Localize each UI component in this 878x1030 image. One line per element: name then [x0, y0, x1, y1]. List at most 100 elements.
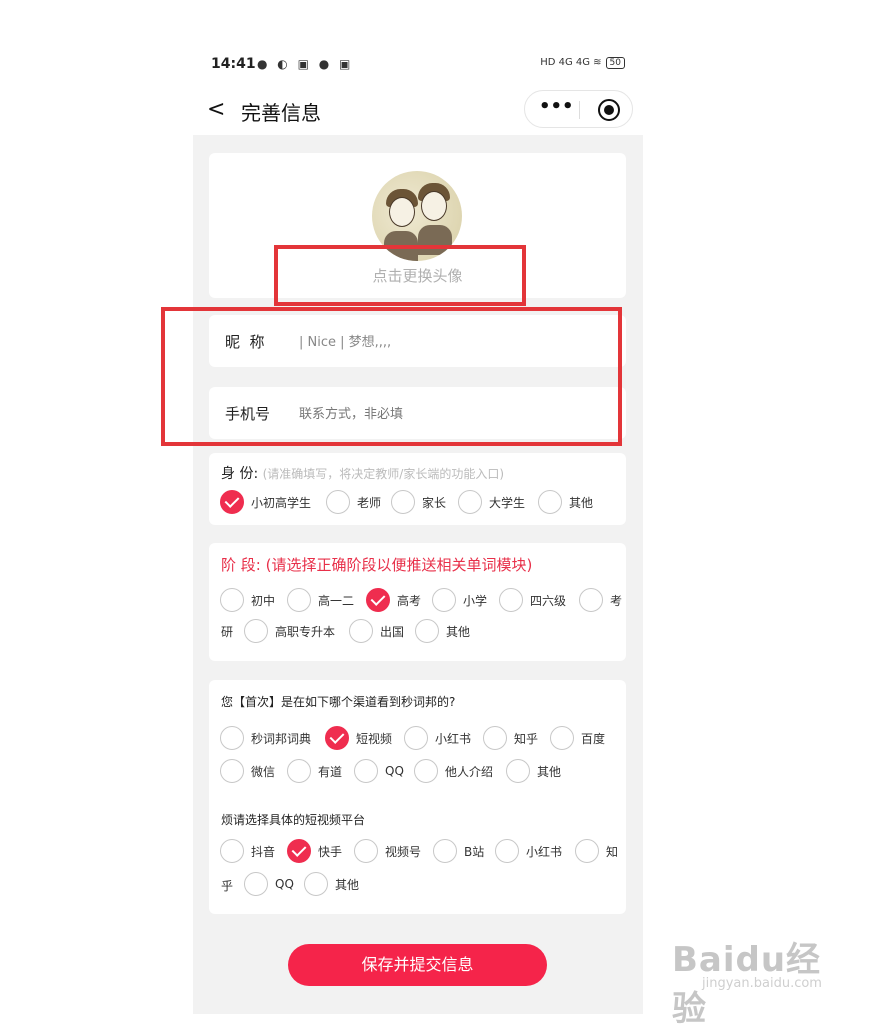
channel-option[interactable]: 有道 [287, 759, 342, 783]
identity-option[interactable]: 老师 [326, 490, 381, 514]
option-label: 家长 [422, 495, 447, 510]
stage-option[interactable]: 高考 [366, 588, 421, 612]
radio-icon [483, 726, 507, 750]
option-label: 小红书 [435, 731, 472, 746]
channel-option[interactable]: 小红书 [404, 726, 471, 750]
radio-icon [575, 839, 599, 863]
highlight-box-fields [161, 307, 622, 446]
radio-icon [506, 759, 530, 783]
option-label: 大学生 [489, 495, 526, 510]
identity-label: 身 份: [221, 466, 259, 482]
stage-card: 阶 段: (请选择正确阶段以便推送相关单词模块) 初中 高一二 高考 小学 四六… [209, 543, 626, 661]
platform-option[interactable]: 视频号 [354, 839, 421, 863]
radio-checked-icon [220, 490, 244, 514]
radio-icon [244, 619, 268, 643]
radio-icon [415, 619, 439, 643]
option-label: 其他 [537, 764, 562, 779]
identity-hint: (请准确填写，将决定教师/家长端的功能入口) [262, 467, 505, 481]
stage-option[interactable]: 四六级 [499, 588, 566, 612]
identity-title: 身 份: (请准确填写，将决定教师/家长端的功能入口) [221, 463, 504, 483]
channel-option[interactable]: 百度 [550, 726, 605, 750]
platform-option[interactable]: QQ [244, 872, 294, 896]
option-label: 有道 [318, 764, 343, 779]
radio-icon [354, 759, 378, 783]
radio-icon [244, 872, 268, 896]
option-label: 小学 [463, 593, 488, 608]
option-label: 视频号 [385, 844, 422, 859]
channel-option[interactable]: 微信 [220, 759, 275, 783]
more-icon[interactable]: ••• [539, 96, 574, 117]
notification-icons: ● ◐ ▣ ● ▣ [257, 57, 354, 71]
radio-icon [432, 588, 456, 612]
battery-icon: 50 [605, 57, 625, 69]
option-label: 考 [610, 593, 623, 608]
option-label: 其他 [335, 877, 360, 892]
option-label: 百度 [581, 731, 606, 746]
option-label: B站 [464, 844, 485, 859]
channel-option[interactable]: 短视频 [325, 726, 392, 750]
identity-option[interactable]: 小初高学生 [220, 490, 311, 514]
platform-option[interactable]: 抖音 [220, 839, 275, 863]
status-bar: 14:41 ● ◐ ▣ ● ▣ HD 4G 4G ≋ 50 [193, 45, 643, 85]
radio-icon [354, 839, 378, 863]
option-label: 短视频 [356, 731, 393, 746]
stage-option[interactable]: 高一二 [287, 588, 354, 612]
option-label: 高考 [397, 593, 422, 608]
channel-option[interactable]: 秒词邦词典 [220, 726, 311, 750]
option-label: 小初高学生 [251, 495, 312, 510]
stage-option[interactable]: 出国 [349, 619, 404, 643]
platform-option[interactable]: 知 [575, 839, 618, 863]
stage-title: 阶 段: (请选择正确阶段以便推送相关单词模块) [221, 556, 533, 574]
back-icon[interactable]: < [207, 97, 225, 122]
radio-icon [287, 588, 311, 612]
platform-option[interactable]: 快手 [287, 839, 342, 863]
radio-icon [304, 872, 328, 896]
stage-option[interactable]: 考 [579, 588, 622, 612]
stage-option[interactable]: 高职专升本 [244, 619, 335, 643]
radio-icon [220, 839, 244, 863]
radio-icon [349, 619, 373, 643]
platform-wrap-text: 乎 [221, 879, 234, 893]
page-title: 完善信息 [241, 101, 321, 125]
phone-screen: 14:41 ● ◐ ▣ ● ▣ HD 4G 4G ≋ 50 < 完善信息 ••• … [193, 45, 643, 1014]
stage-option[interactable]: 其他 [415, 619, 470, 643]
identity-option[interactable]: 其他 [538, 490, 593, 514]
option-label: 微信 [251, 764, 276, 779]
channel-option[interactable]: QQ [354, 759, 404, 783]
radio-checked-icon [287, 839, 311, 863]
option-label: 知 [606, 844, 619, 859]
stage-option[interactable]: 初中 [220, 588, 275, 612]
radio-icon [326, 490, 350, 514]
avatar-face-left [389, 197, 415, 227]
radio-icon [404, 726, 428, 750]
platform-option[interactable]: 小红书 [495, 839, 562, 863]
identity-option[interactable]: 大学生 [458, 490, 525, 514]
radio-icon [220, 759, 244, 783]
save-submit-button[interactable]: 保存并提交信息 [288, 944, 547, 986]
option-label: 快手 [318, 844, 343, 859]
radio-icon [220, 726, 244, 750]
radio-icon [495, 839, 519, 863]
radio-icon [220, 588, 244, 612]
radio-icon [499, 588, 523, 612]
capsule-divider [579, 101, 580, 119]
identity-option[interactable]: 家长 [391, 490, 446, 514]
option-label: 小红书 [526, 844, 563, 859]
close-target-icon[interactable] [598, 99, 620, 121]
radio-icon [550, 726, 574, 750]
platform-option[interactable]: B站 [433, 839, 484, 863]
option-label: 出国 [380, 624, 405, 639]
radio-checked-icon [325, 726, 349, 750]
stage-option[interactable]: 小学 [432, 588, 487, 612]
radio-icon [458, 490, 482, 514]
channel-card: 您【首次】是在如下哪个渠道看到秒词邦的? 秒词邦词典 短视频 小红书 知乎 百度… [209, 680, 626, 914]
channel-option[interactable]: 他人介绍 [414, 759, 493, 783]
nav-bar: < 完善信息 ••• [193, 85, 643, 135]
platform-option[interactable]: 其他 [304, 872, 359, 896]
option-label: 秒词邦词典 [251, 731, 312, 746]
watermark-url: jingyan.baidu.com [702, 976, 822, 991]
channel-option[interactable]: 其他 [506, 759, 561, 783]
channel-option[interactable]: 知乎 [483, 726, 538, 750]
radio-checked-icon [366, 588, 390, 612]
radio-icon [414, 759, 438, 783]
